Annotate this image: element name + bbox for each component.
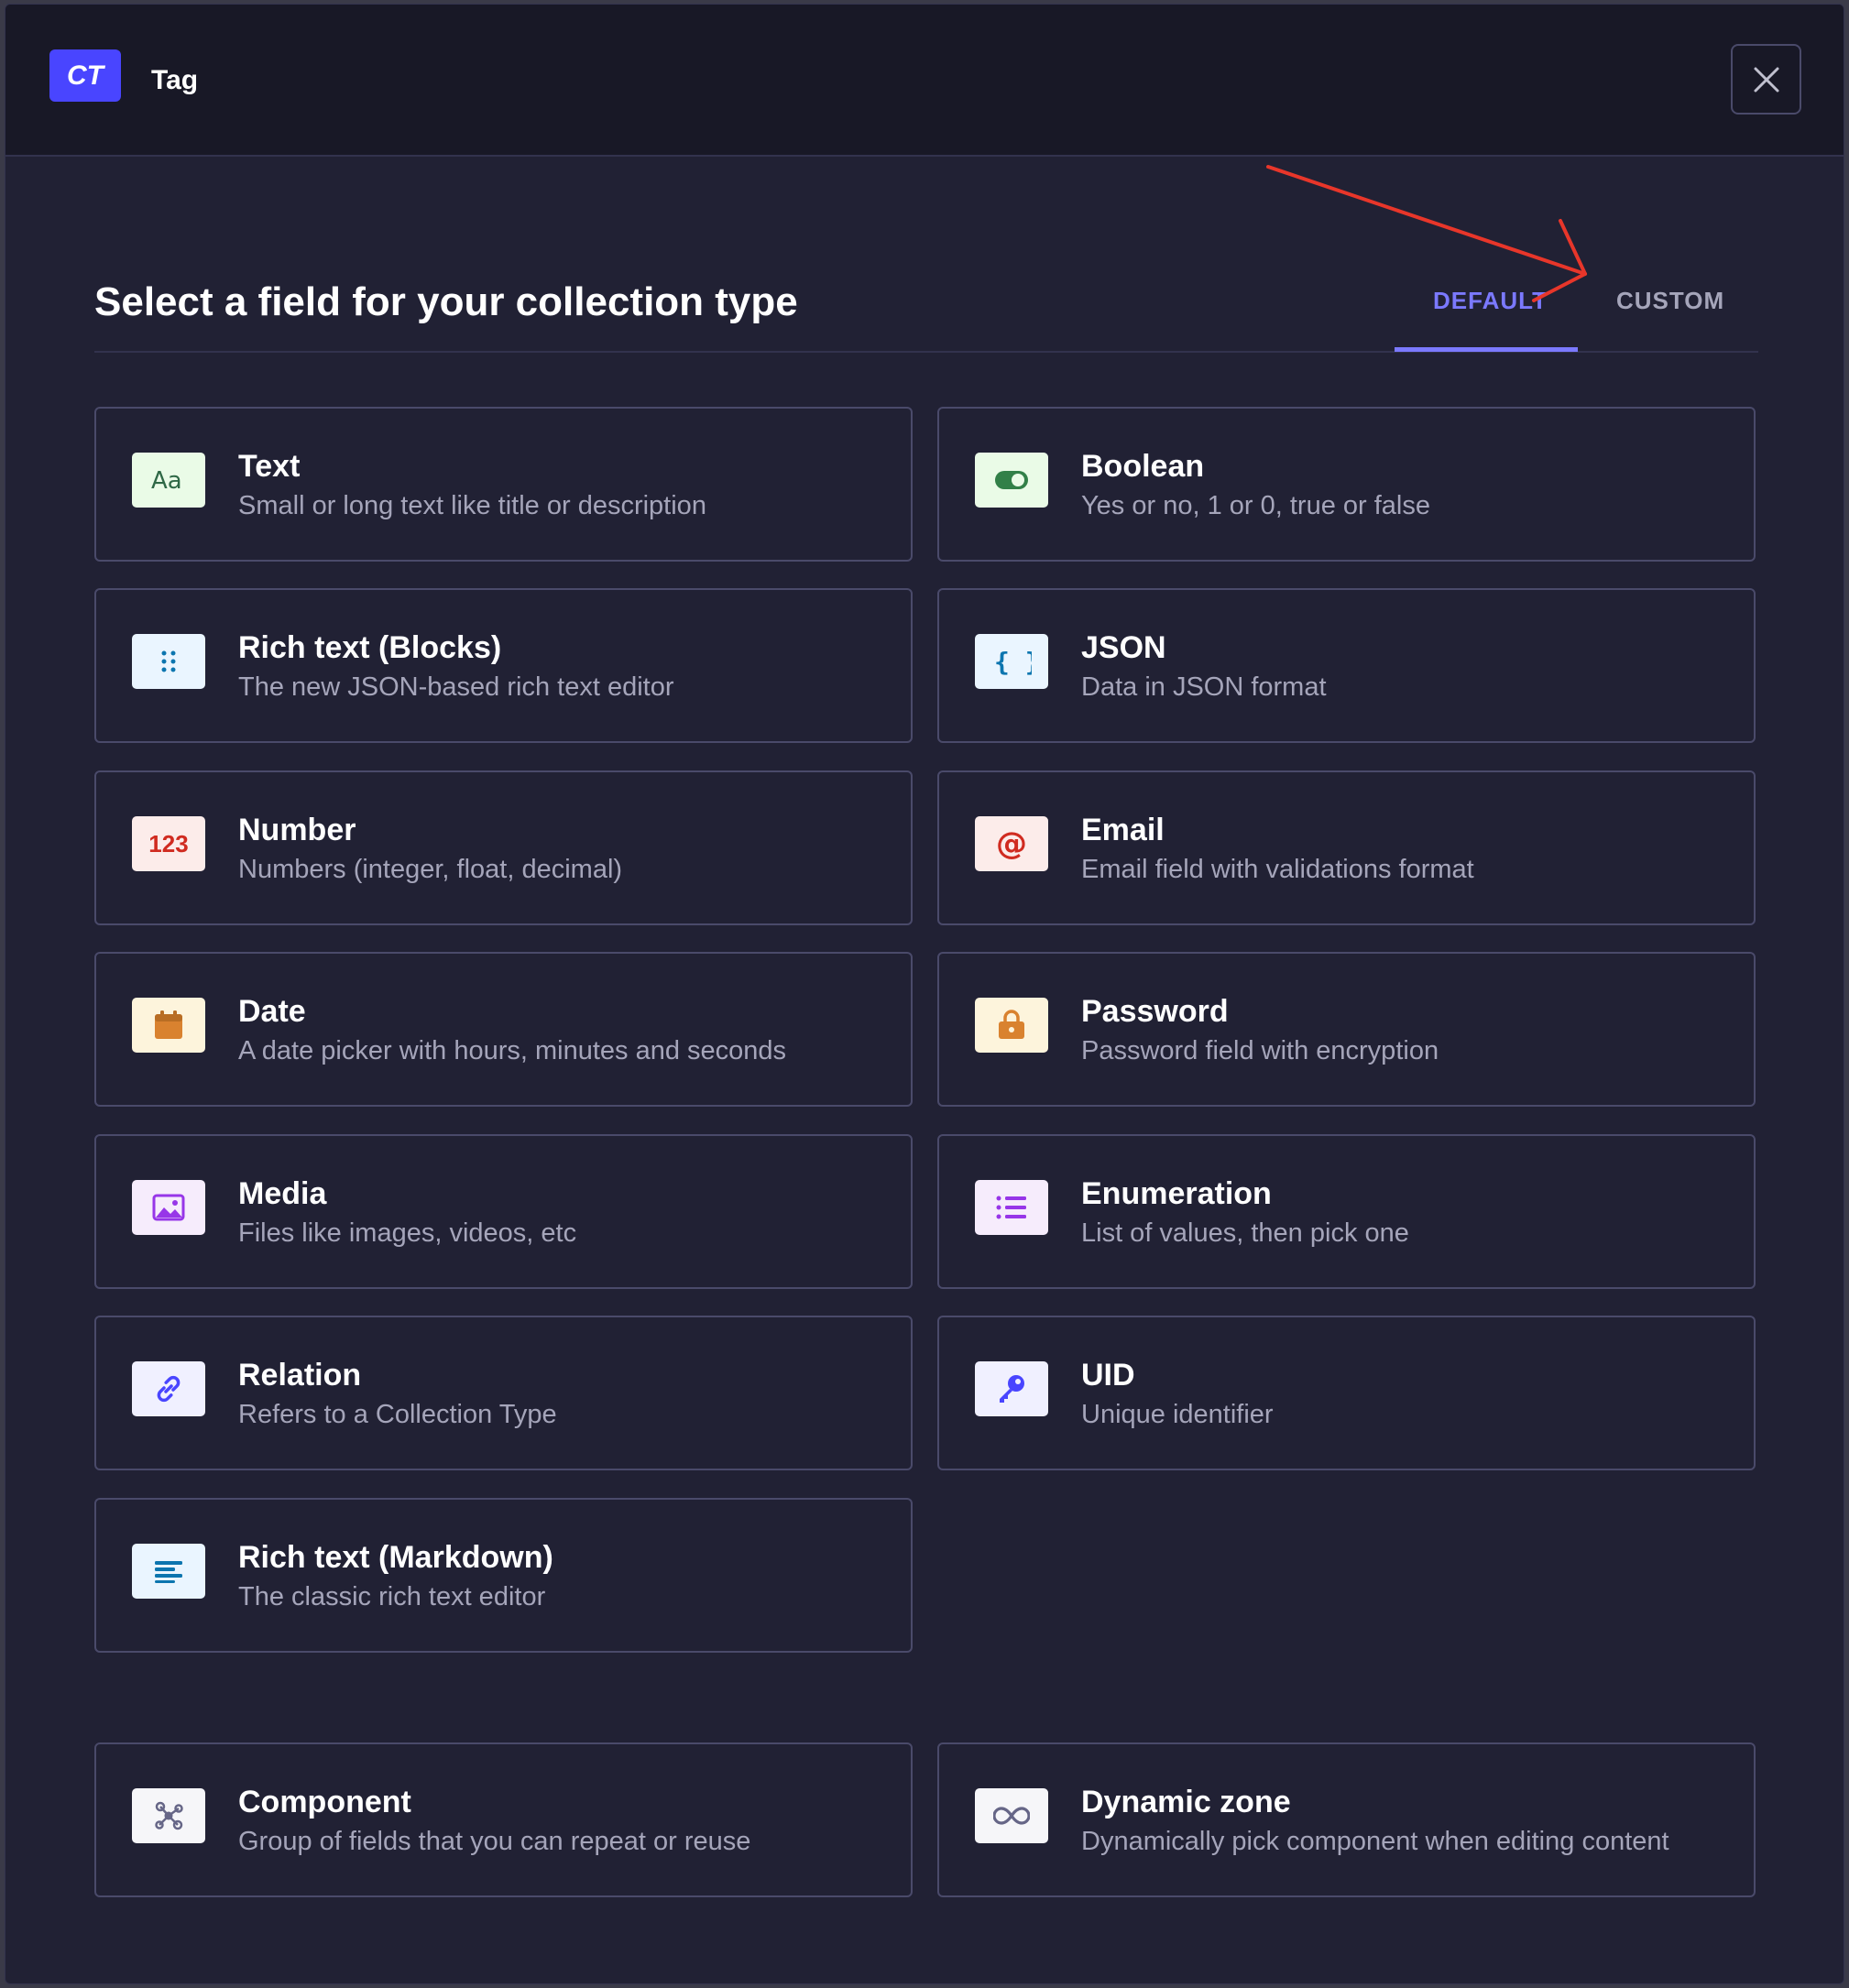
field-card-title: Component [238, 1785, 411, 1819]
field-card-description: A date picker with hours, minutes and se… [238, 1036, 787, 1065]
svg-text:{ }: { } [994, 647, 1032, 677]
field-card-title: Date [238, 994, 306, 1029]
infinity-icon [975, 1788, 1048, 1843]
field-card-description: Dynamically pick component when editing … [1081, 1827, 1669, 1856]
calendar-icon [132, 998, 205, 1053]
at-sign-icon-text: @ [996, 825, 1027, 862]
field-card-title: Dynamic zone [1081, 1785, 1291, 1819]
field-card-number[interactable]: 123 Number Numbers (integer, float, deci… [94, 770, 913, 925]
field-card-title: Email [1081, 813, 1165, 847]
field-card-title: Boolean [1081, 449, 1205, 484]
field-card-description: Email field with validations format [1081, 855, 1474, 884]
paragraph-icon [132, 1544, 205, 1599]
field-card-password[interactable]: Password Password field with encryption [937, 952, 1756, 1107]
content-type-badge: CT [49, 49, 121, 102]
field-card-title: Password [1081, 994, 1229, 1029]
field-card-boolean[interactable]: Boolean Yes or no, 1 or 0, true or false [937, 407, 1756, 562]
field-card-title: Rich text (Blocks) [238, 630, 502, 665]
braces-icon: { } [975, 634, 1048, 689]
field-card-title: Enumeration [1081, 1176, 1272, 1211]
field-card-description: Refers to a Collection Type [238, 1400, 557, 1429]
field-card-uid[interactable]: UID Unique identifier [937, 1316, 1756, 1470]
modal-header: CT Tag [5, 5, 1844, 157]
field-card-rich-text-markdown[interactable]: Rich text (Markdown) The classic rich te… [94, 1498, 913, 1653]
field-card-enumeration[interactable]: Enumeration List of values, then pick on… [937, 1134, 1756, 1289]
field-card-json[interactable]: { } JSON Data in JSON format [937, 588, 1756, 743]
field-picker-modal: CT Tag Select a field for your collectio… [5, 4, 1844, 1984]
field-card-title: Text [238, 449, 301, 484]
number-icon: 123 [132, 816, 205, 871]
toggle-icon [975, 453, 1048, 508]
field-card-title: Number [238, 813, 356, 847]
svg-text:Aa: Aa [151, 467, 182, 494]
component-icon [132, 1788, 205, 1843]
field-card-description: The classic rich text editor [238, 1582, 546, 1611]
field-card-description: Group of fields that you can repeat or r… [238, 1827, 751, 1856]
field-card-rich-text-blocks[interactable]: Rich text (Blocks) The new JSON-based ri… [94, 588, 913, 743]
field-card-description: List of values, then pick one [1081, 1218, 1409, 1248]
field-card-media[interactable]: Media Files like images, videos, etc [94, 1134, 913, 1289]
field-card-description: Numbers (integer, float, decimal) [238, 855, 623, 884]
close-button[interactable] [1731, 44, 1801, 115]
field-card-component[interactable]: Component Group of fields that you can r… [94, 1742, 913, 1897]
tab-custom[interactable]: CUSTOM [1616, 287, 1724, 315]
key-icon [975, 1361, 1048, 1416]
page-title: Select a field for your collection type [94, 279, 798, 324]
active-tab-indicator [1395, 347, 1578, 352]
image-icon [132, 1180, 205, 1235]
field-card-title: Media [238, 1176, 327, 1211]
field-card-description: Yes or no, 1 or 0, true or false [1081, 491, 1430, 520]
drag-dots-icon [132, 634, 205, 689]
field-card-description: Data in JSON format [1081, 672, 1327, 702]
content-type-title: Tag [151, 65, 199, 95]
number-icon-text: 123 [148, 829, 189, 857]
field-card-date[interactable]: Date A date picker with hours, minutes a… [94, 952, 913, 1107]
close-icon [1754, 67, 1778, 92]
field-card-email[interactable]: @ Email Email field with validations for… [937, 770, 1756, 925]
list-icon [975, 1180, 1048, 1235]
lock-icon [975, 998, 1048, 1053]
field-card-description: Small or long text like title or descrip… [238, 491, 706, 520]
field-card-title: Rich text (Markdown) [238, 1540, 553, 1575]
field-card-title: Relation [238, 1358, 362, 1393]
field-card-title: UID [1081, 1358, 1135, 1393]
tab-default[interactable]: DEFAULT [1433, 287, 1548, 315]
field-card-title: JSON [1081, 630, 1166, 665]
at-sign-icon: @ [975, 816, 1048, 871]
field-card-description: Unique identifier [1081, 1400, 1274, 1429]
field-card-description: The new JSON-based rich text editor [238, 672, 674, 702]
field-card-dynamic-zone[interactable]: Dynamic zone Dynamically pick component … [937, 1742, 1756, 1897]
field-card-description: Password field with encryption [1081, 1036, 1439, 1065]
field-card-relation[interactable]: Relation Refers to a Collection Type [94, 1316, 913, 1470]
link-icon [132, 1361, 205, 1416]
text-icon: Aa [132, 453, 205, 508]
field-card-text[interactable]: Aa Text Small or long text like title or… [94, 407, 913, 562]
field-card-description: Files like images, videos, etc [238, 1218, 577, 1248]
